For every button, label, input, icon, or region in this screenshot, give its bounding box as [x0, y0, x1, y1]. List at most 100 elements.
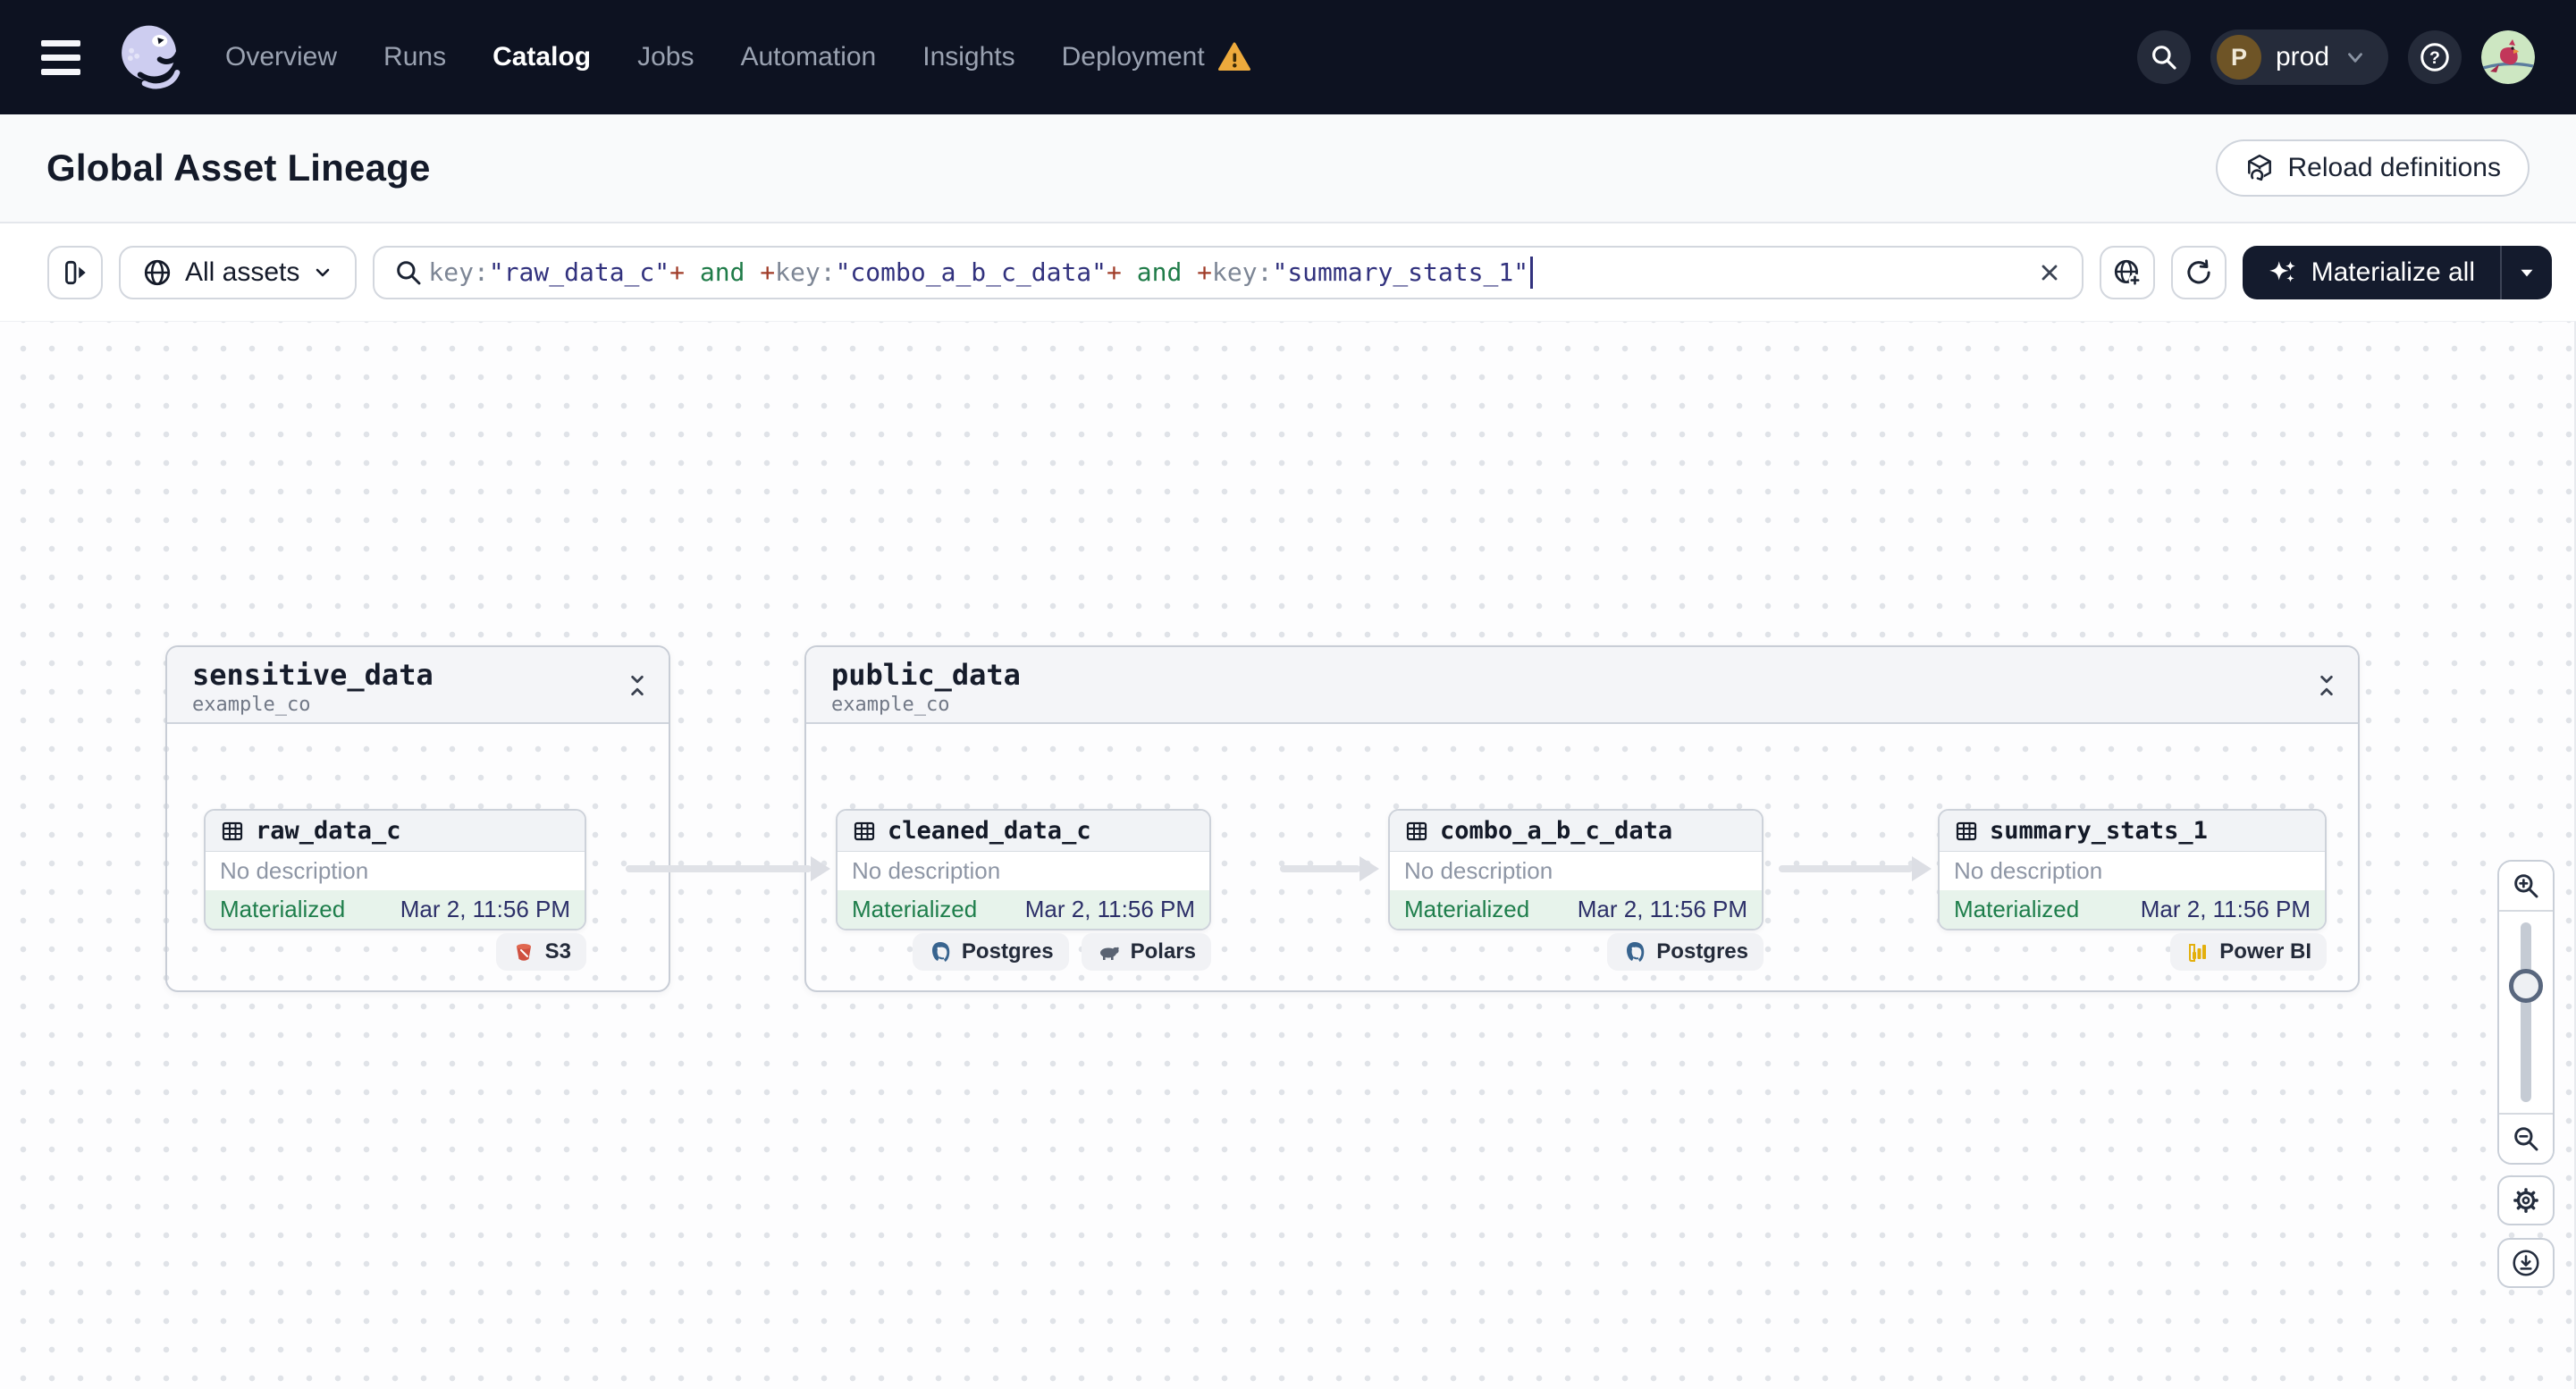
asset-node-combo-a-b-c-data[interactable]: combo_a_b_c_data No description Material… — [1388, 809, 1764, 930]
download-image-button[interactable] — [2497, 1238, 2555, 1288]
chevron-down-icon — [2521, 269, 2533, 276]
group-location: example_co — [831, 694, 950, 716]
refresh-graph-button[interactable] — [2170, 245, 2227, 299]
zoom-slider-handle[interactable] — [2509, 969, 2543, 1003]
materialization-timestamp[interactable]: Mar 2, 11:56 PM — [1578, 896, 1747, 923]
asset-node-cleaned-data-c[interactable]: cleaned_data_c No description Materializ… — [836, 809, 1211, 930]
zoom-controls — [2497, 860, 2555, 1165]
lineage-canvas[interactable]: sensitive_data example_co public_data ex… — [0, 322, 2576, 1389]
asset-node-summary-stats-1[interactable]: summary_stats_1 No description Materiali… — [1938, 809, 2327, 930]
kind-badge-s3[interactable]: S3 — [495, 933, 586, 971]
zoom-slider-track[interactable] — [2509, 922, 2543, 1102]
asset-node-header: cleaned_data_c — [838, 811, 1209, 852]
warning-icon — [1217, 42, 1250, 71]
materialize-all-main[interactable]: Materialize all — [2243, 246, 2500, 299]
nav-item-runs[interactable]: Runs — [383, 42, 446, 72]
nav-item-overview[interactable]: Overview — [225, 42, 337, 72]
asset-name: combo_a_b_c_data — [1440, 817, 1673, 845]
table-icon — [1406, 821, 1427, 840]
clear-query-button[interactable] — [2037, 260, 2062, 285]
globe-plus-icon — [2114, 259, 2141, 286]
kind-badges-summary: Power BI — [1938, 933, 2327, 971]
filter-bar: All assets key: "raw_data_c" + and + key: "c… — [0, 223, 2576, 322]
refresh-icon — [2186, 258, 2210, 283]
reload-definitions-button[interactable]: Reload definitions — [2215, 139, 2530, 197]
expand-panel-icon — [65, 260, 86, 284]
query-text[interactable]: key: "raw_data_c" + and + key: "combo_a_b_c_… — [428, 256, 2031, 289]
nav-item-deployment[interactable]: Deployment — [1062, 42, 1205, 72]
save-selection-button[interactable] — [2099, 245, 2155, 299]
reload-definitions-icon — [2247, 154, 2271, 183]
group-header: public_data example_co — [806, 647, 2358, 724]
environment-switcher[interactable]: P prod — [2210, 29, 2388, 85]
collapse-group-button[interactable] — [626, 672, 649, 703]
kind-badge-postgres[interactable]: Postgres — [1607, 933, 1764, 971]
asset-search-input[interactable]: key: "raw_data_c" + and + key: "combo_a_b_c_… — [373, 245, 2084, 299]
help-icon: ? — [2420, 43, 2449, 72]
table-icon — [854, 821, 875, 840]
zoom-out-icon — [2514, 1127, 2538, 1151]
group-title: sensitive_data — [192, 658, 434, 692]
asset-scope-dropdown[interactable]: All assets — [119, 245, 358, 299]
asset-description: No description — [1954, 857, 2103, 884]
top-nav: Overview Runs Catalog Jobs Automation In… — [0, 0, 2576, 114]
postgres-icon — [931, 942, 950, 962]
asset-status-row: Materialized Mar 2, 11:56 PM — [1390, 890, 1762, 929]
group-header: sensitive_data example_co — [167, 647, 669, 724]
nav-item-insights[interactable]: Insights — [922, 42, 1014, 72]
nav-item-jobs[interactable]: Jobs — [637, 42, 694, 72]
close-icon — [2041, 265, 2057, 280]
search-button[interactable] — [2136, 30, 2191, 84]
page-header: Global Asset Lineage Reload definitions — [0, 114, 2576, 223]
nav-item-automation[interactable]: Automation — [740, 42, 876, 72]
menu-icon[interactable] — [41, 39, 80, 75]
kind-badge-postgres[interactable]: Postgres — [912, 933, 1069, 971]
asset-scope-label: All assets — [185, 257, 300, 287]
user-avatar[interactable] — [2481, 30, 2535, 84]
materialization-timestamp[interactable]: Mar 2, 11:56 PM — [400, 896, 570, 923]
asset-name: summary_stats_1 — [1990, 817, 2208, 845]
s3-icon — [516, 944, 531, 961]
nav-right: P prod ? — [2136, 29, 2535, 85]
svg-text:?: ? — [2429, 48, 2440, 68]
asset-description: No description — [220, 857, 369, 884]
collapse-group-button[interactable] — [2315, 672, 2338, 703]
kind-badge-polars[interactable]: Polars — [1081, 933, 1211, 971]
asset-node-header: summary_stats_1 — [1940, 811, 2325, 852]
asset-description: No description — [852, 857, 1001, 884]
page-title: Global Asset Lineage — [46, 147, 431, 189]
status-badge: Materialized — [1954, 896, 2080, 922]
materialization-timestamp[interactable]: Mar 2, 11:56 PM — [2141, 896, 2311, 923]
materialize-options-button[interactable] — [2500, 245, 2552, 299]
open-panel-button[interactable] — [47, 245, 103, 299]
graph-settings-button[interactable] — [2497, 1175, 2555, 1225]
status-badge: Materialized — [852, 896, 978, 922]
nav-item-catalog[interactable]: Catalog — [492, 42, 591, 72]
edge-cleaned-to-combo — [1280, 856, 1379, 881]
asset-name: raw_data_c — [256, 817, 401, 845]
help-button[interactable]: ? — [2408, 30, 2462, 84]
asset-status-row: Materialized Mar 2, 11:56 PM — [206, 890, 585, 929]
avatar-cardinal-image — [2481, 30, 2535, 84]
zoom-in-button[interactable] — [2499, 862, 2553, 910]
materialize-all-button[interactable]: Materialize all — [2242, 245, 2552, 299]
materialization-timestamp[interactable]: Mar 2, 11:56 PM — [1025, 896, 1195, 923]
asset-description: No description — [1404, 857, 1553, 884]
asset-node-header: raw_data_c — [206, 811, 585, 852]
dagster-logo-icon[interactable] — [116, 22, 186, 92]
edge-raw-to-cleaned — [626, 856, 830, 881]
globe-icon — [144, 259, 171, 285]
edge-combo-to-summary — [1779, 856, 1932, 881]
kind-badge-powerbi[interactable]: Power BI — [2170, 933, 2327, 971]
zoom-out-button[interactable] — [2499, 1115, 2553, 1163]
environment-avatar: P — [2216, 35, 2261, 80]
status-badge: Materialized — [220, 896, 346, 922]
zoom-in-icon — [2514, 874, 2538, 898]
group-location: example_co — [192, 694, 311, 716]
zoom-slider[interactable] — [2499, 910, 2553, 1115]
asset-node-header: combo_a_b_c_data — [1390, 811, 1762, 852]
gear-icon — [2513, 1188, 2538, 1213]
asset-node-raw-data-c[interactable]: raw_data_c No description Materialized M… — [204, 809, 586, 930]
powerbi-icon — [2189, 944, 2207, 962]
table-icon — [222, 821, 243, 840]
